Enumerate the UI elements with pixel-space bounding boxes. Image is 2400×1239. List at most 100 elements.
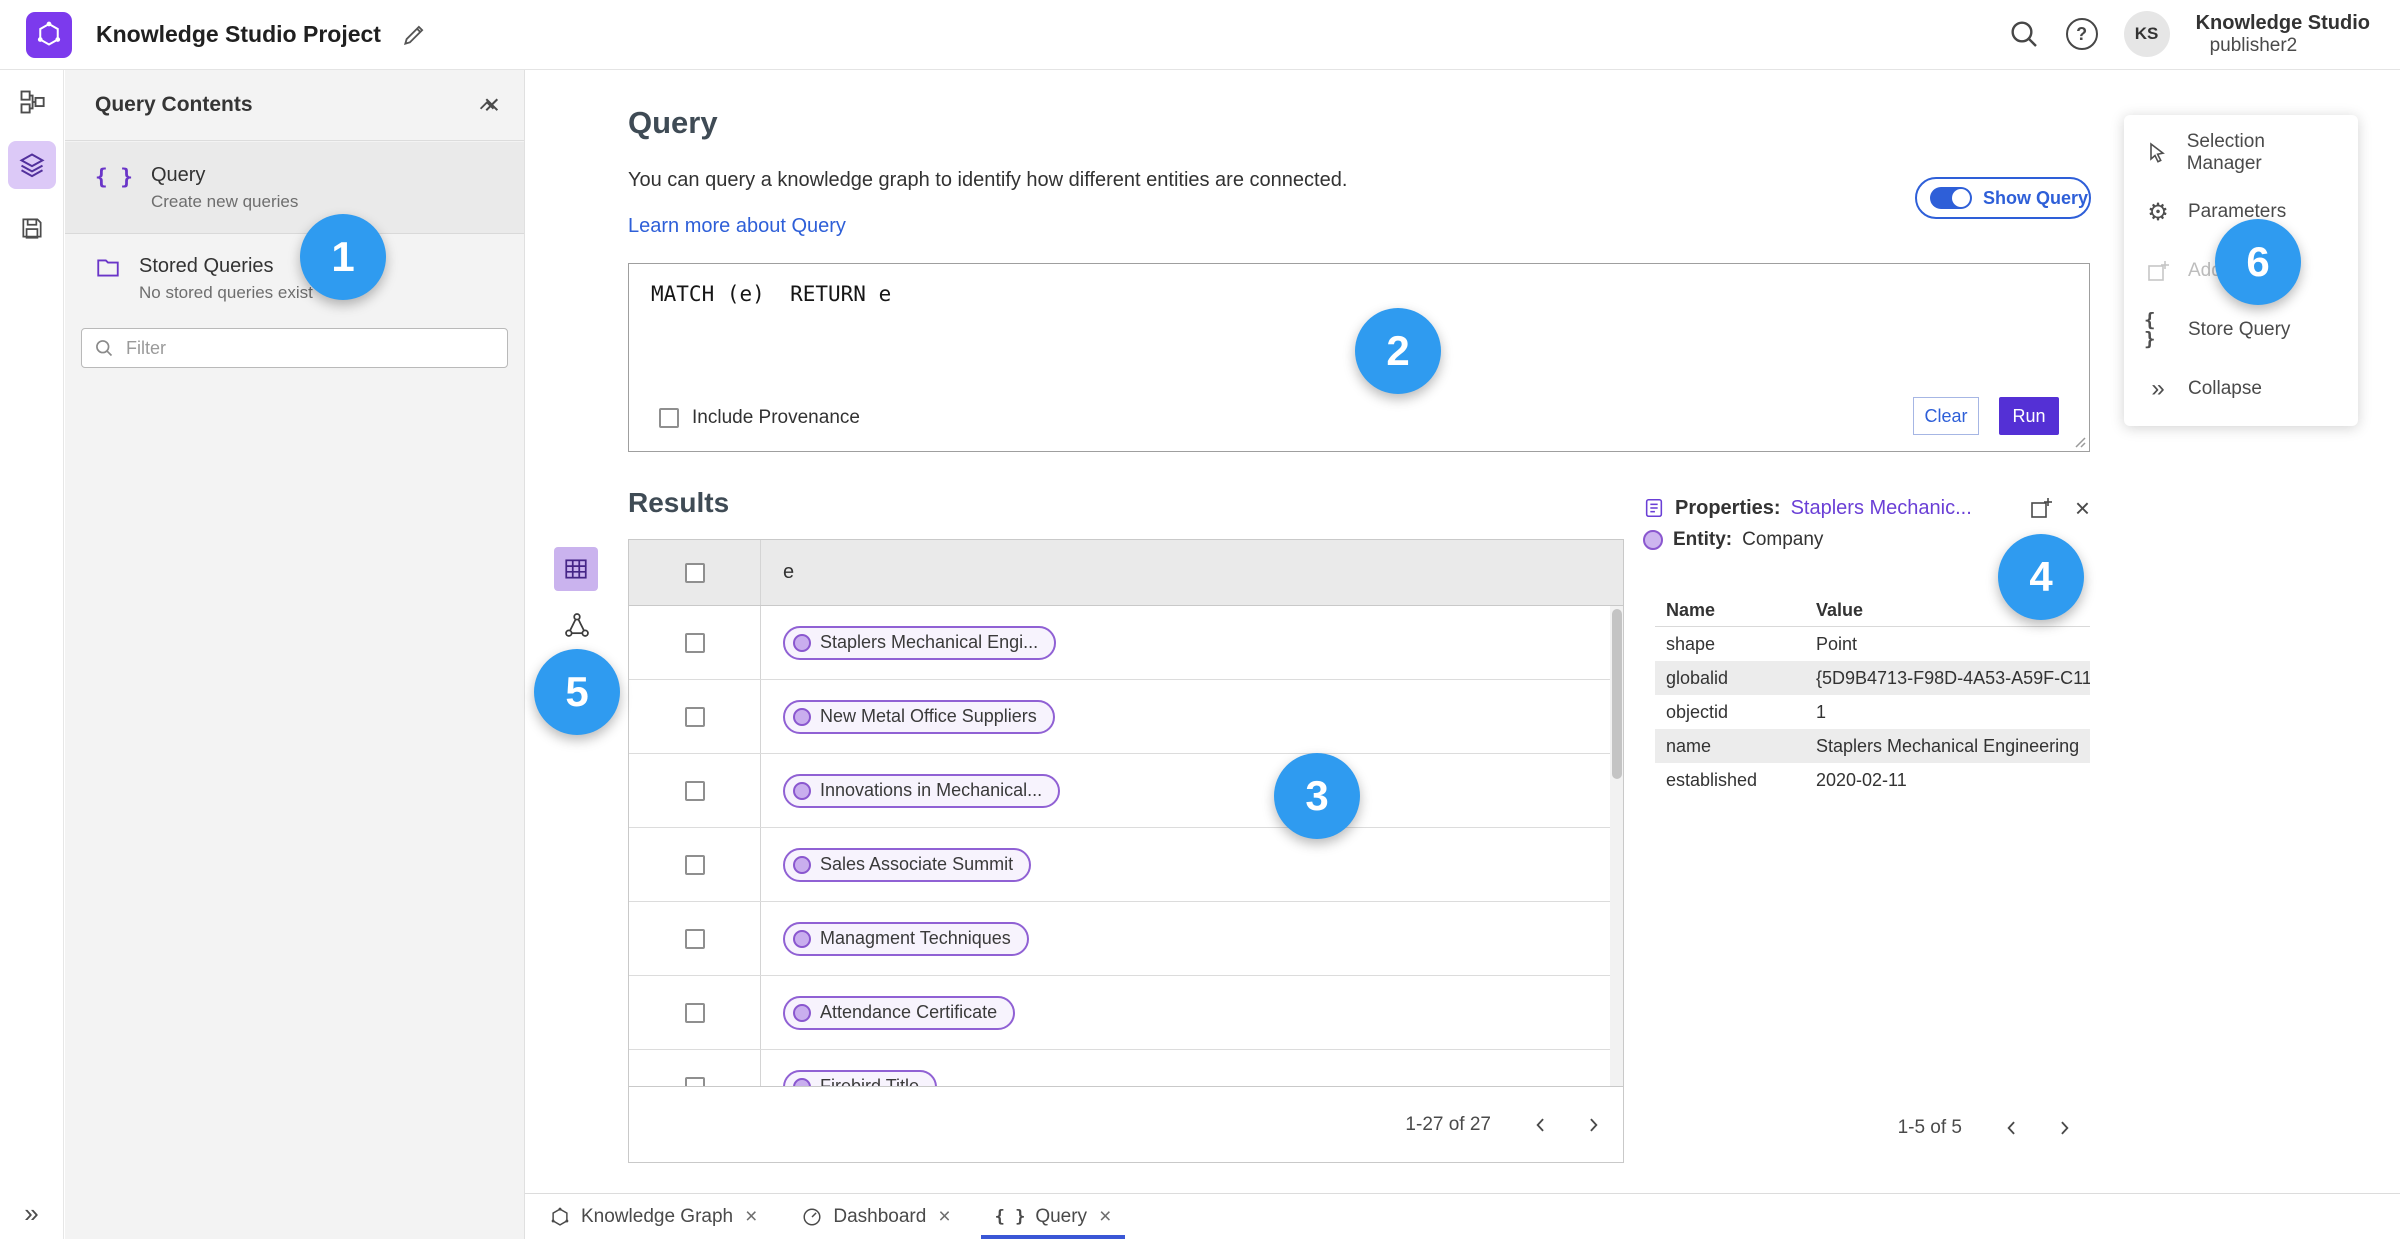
run-button[interactable]: Run	[1999, 397, 2059, 435]
properties-previous-page-icon[interactable]	[1992, 1108, 2032, 1148]
row-checkbox[interactable]	[684, 780, 705, 801]
column-header-e[interactable]: e	[761, 540, 1623, 605]
property-row[interactable]: name Staplers Mechanical Engineering	[1655, 729, 2090, 763]
toggle-switch[interactable]	[1930, 187, 1972, 209]
dashboard-icon	[801, 1206, 823, 1228]
entity-dot-icon	[793, 855, 811, 874]
previous-page-icon[interactable]	[1521, 1105, 1561, 1145]
project-title: Knowledge Studio Project	[96, 21, 381, 47]
row-checkbox[interactable]	[684, 632, 705, 653]
expand-rail-icon[interactable]: »	[0, 1198, 63, 1229]
sidebar-item-stored-queries[interactable]: Stored Queries No stored queries exist	[65, 235, 524, 327]
entity-type-row: Entity: Company	[1643, 529, 1823, 551]
query-item-label: Query	[150, 164, 206, 186]
results-scrollbar[interactable]	[1610, 606, 1623, 1086]
property-row[interactable]: established 2020-02-11	[1655, 763, 2090, 797]
include-provenance-option[interactable]: Include Provenance	[659, 407, 860, 429]
resize-grip[interactable]	[2072, 434, 2086, 448]
pagination-range: 1-27 of 27	[1405, 1113, 1491, 1135]
property-row[interactable]: globalid {5D9B4713-F98D-4A53-A59F-C11...	[1655, 661, 2090, 695]
main-content: Query You can query a knowledge graph to…	[525, 69, 2400, 1193]
sidebar-item-query[interactable]: { } Query Create new queries	[65, 142, 524, 234]
collapse-icon: »	[2151, 374, 2165, 402]
table-row: Innovations in Mechanical...	[629, 754, 1623, 828]
tab-dashboard[interactable]: Dashboard ×	[787, 1194, 964, 1239]
data-model-icon[interactable]	[8, 78, 56, 126]
row-checkbox[interactable]	[684, 1002, 705, 1023]
menu-item-store-query[interactable]: { } Store Query	[2124, 300, 2358, 359]
left-icon-rail: »	[0, 69, 64, 1239]
property-row[interactable]: shape Point	[1655, 627, 2090, 661]
row-checkbox[interactable]	[684, 1076, 705, 1086]
provenance-checkbox[interactable]	[659, 408, 679, 428]
entity-chip[interactable]: New Metal Office Suppliers	[783, 699, 1055, 734]
entity-chip[interactable]: Staplers Mechanical Engi...	[783, 625, 1057, 660]
entity-chip[interactable]: Innovations in Mechanical...	[783, 773, 1061, 808]
property-row[interactable]: objectid 1	[1655, 695, 2090, 729]
stored-queries-label: Stored Queries	[139, 255, 274, 277]
select-all-checkbox[interactable]	[684, 562, 705, 583]
avatar[interactable]: KS	[2123, 11, 2170, 58]
query-text[interactable]: MATCH (e) RETURN e	[651, 282, 891, 306]
page-title: Query	[628, 105, 718, 140]
entity-type-icon	[1643, 530, 1663, 550]
next-page-icon[interactable]	[1573, 1105, 1613, 1145]
row-checkbox[interactable]	[684, 854, 705, 875]
search-icon[interactable]	[2008, 18, 2040, 50]
braces-icon: { }	[95, 165, 133, 189]
selection-manager-icon	[2144, 141, 2171, 165]
close-tab-icon[interactable]: ×	[938, 1206, 950, 1227]
entity-dot-icon	[793, 707, 811, 726]
table-row: Firebird Title	[629, 1050, 1623, 1086]
user-role: publisher2	[2209, 35, 2298, 57]
properties-pagination-range: 1-5 of 5	[1897, 1117, 1962, 1138]
gear-icon: ⚙	[2147, 197, 2169, 226]
results-rows: Staplers Mechanical Engi... New Metal Of…	[629, 606, 1623, 1086]
entity-chip[interactable]: Attendance Certificate	[783, 995, 1016, 1030]
annotation-badge-2: 2	[1355, 308, 1441, 394]
close-tab-icon[interactable]: ×	[1099, 1206, 1111, 1227]
menu-item-collapse[interactable]: » Collapse	[2124, 359, 2358, 418]
entity-chip[interactable]: Firebird Title	[783, 1069, 938, 1086]
learn-more-link[interactable]: Learn more about Query	[628, 215, 846, 238]
graph-view-button[interactable]	[563, 611, 591, 639]
row-checkbox[interactable]	[684, 706, 705, 727]
row-checkbox[interactable]	[684, 928, 705, 949]
help-icon[interactable]: ?	[2065, 18, 2098, 51]
entity-chip[interactable]: Sales Associate Summit	[783, 847, 1032, 882]
edit-title-icon[interactable]	[401, 22, 427, 48]
menu-item-selection-manager[interactable]: Selection Manager	[2124, 123, 2358, 182]
panel-title: Query Contents	[95, 92, 253, 116]
scrollbar-thumb[interactable]	[1612, 609, 1622, 779]
filter-field	[81, 328, 508, 368]
entity-dot-icon	[793, 1077, 811, 1086]
properties-next-page-icon[interactable]	[2044, 1108, 2084, 1148]
entity-name-link[interactable]: Staplers Mechanic...	[1791, 497, 1972, 520]
tab-query[interactable]: { } Query ×	[980, 1194, 1126, 1239]
app-logo-icon[interactable]	[26, 11, 72, 58]
provenance-label: Include Provenance	[692, 407, 860, 428]
tab-knowledge-graph[interactable]: Knowledge Graph ×	[535, 1194, 771, 1239]
entity-chip[interactable]: Managment Techniques	[783, 921, 1029, 956]
layers-icon[interactable]	[7, 141, 56, 189]
properties-actions: ×	[2029, 495, 2090, 521]
chevron-up-icon[interactable]	[476, 95, 498, 117]
properties-pagination: 1-5 of 5	[1655, 1108, 2090, 1148]
properties-header: Properties: Staplers Mechanic... ×	[1643, 493, 2090, 523]
annotation-badge-1: 1	[300, 214, 386, 300]
close-properties-icon[interactable]: ×	[2075, 495, 2090, 521]
add-to-selection-icon[interactable]	[2029, 496, 2053, 520]
properties-table: Name Value shape Point globalid {5D9B471…	[1655, 594, 2090, 797]
properties-icon	[1643, 497, 1665, 519]
save-icon[interactable]	[8, 204, 56, 252]
show-query-toggle[interactable]: Show Query	[1915, 177, 2091, 219]
query-item-texts: Query Create new queries	[151, 164, 298, 233]
table-row: Staplers Mechanical Engi...	[629, 606, 1623, 680]
properties-label: Properties:	[1675, 496, 1781, 519]
user-info: Knowledge Studio publisher2	[2196, 11, 2370, 58]
filter-input[interactable]	[124, 336, 495, 360]
table-view-button[interactable]	[554, 547, 598, 591]
panel-header: Query Contents ×	[65, 69, 524, 141]
clear-button[interactable]: Clear	[1913, 397, 1979, 435]
close-tab-icon[interactable]: ×	[745, 1206, 757, 1227]
